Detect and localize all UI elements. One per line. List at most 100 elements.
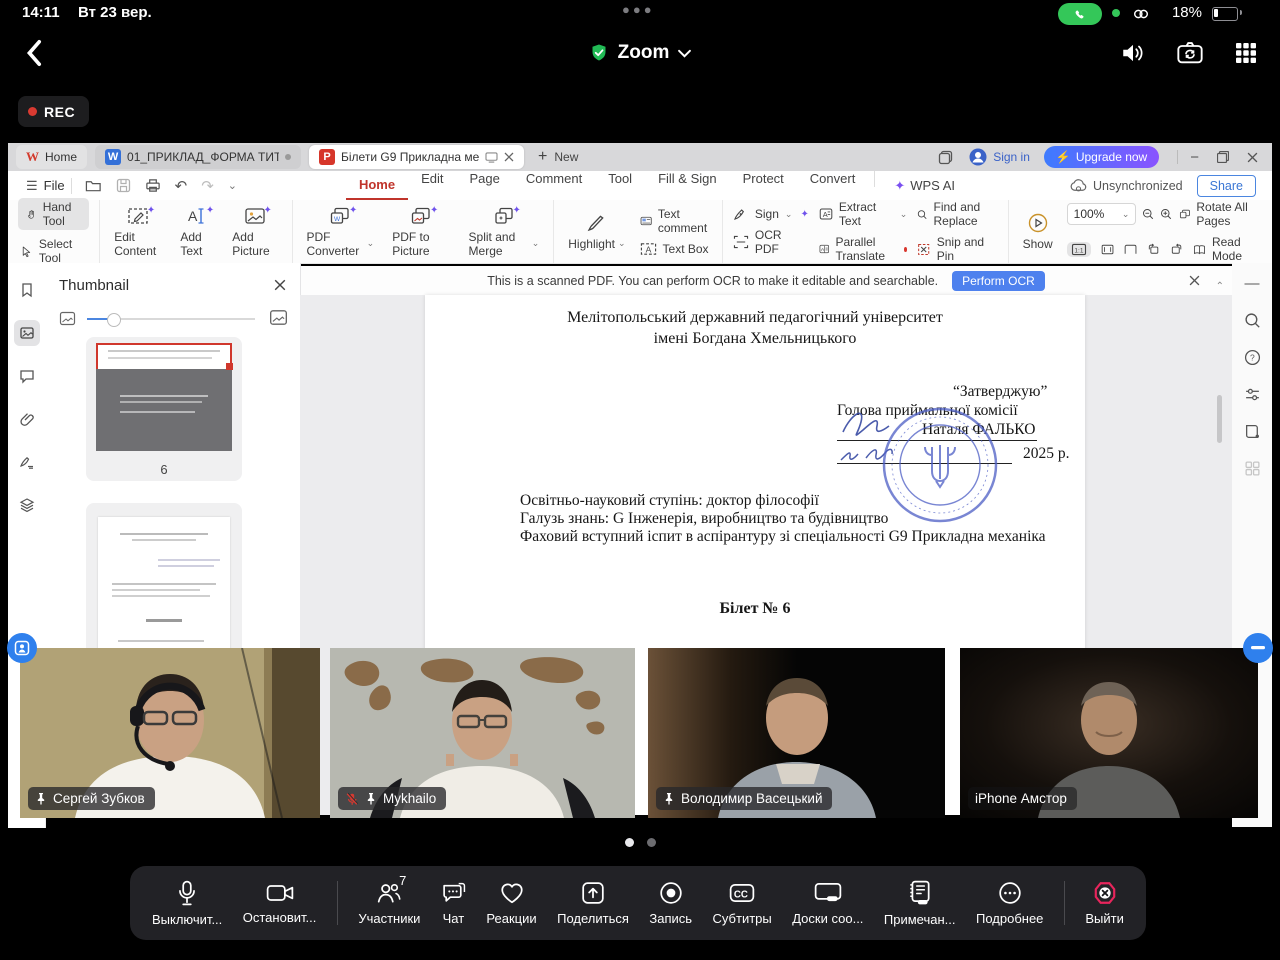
thumbnails-panel-button[interactable] [14,320,40,346]
settings-sliders-icon[interactable] [1244,386,1261,403]
menu-edit[interactable]: Edit [408,171,456,200]
tab-home[interactable]: W Home [16,145,87,169]
rotate-left-icon[interactable] [1147,242,1160,256]
leave-button[interactable]: Выйти [1085,881,1124,926]
collapse-toolbar-icon[interactable]: — [1245,275,1260,292]
fit-width-icon[interactable] [1101,243,1114,256]
bookmarks-panel-button[interactable] [14,277,40,303]
mute-button[interactable]: Выключит... [152,880,222,927]
search-doc-icon[interactable] [1244,312,1261,329]
tab-doc[interactable]: W 01_ПРИКЛАД_ФОРМА ТИТУЛЬН [95,145,301,169]
sign-button[interactable]: Sign ⌄✦ [733,207,809,221]
hand-tool-button[interactable]: Hand Tool [18,198,89,230]
close-tab-icon[interactable] [504,152,514,162]
record-button[interactable]: Запись [649,881,692,926]
reactions-button[interactable]: Реакции [486,881,536,926]
snip-pin-button[interactable]: Snip and Pin [917,235,997,263]
show-button[interactable]: Show [1019,211,1057,253]
chat-button[interactable]: Чат [441,881,466,926]
doc-scrollbar[interactable] [1217,395,1222,443]
close-window-icon[interactable] [1247,152,1258,163]
close-notice-icon[interactable] [1189,275,1200,286]
speaker-icon[interactable] [1120,41,1146,65]
rotate-all-pages-button[interactable]: Rotate All Pages [1179,200,1262,228]
switch-camera-icon[interactable] [1176,40,1204,66]
rotate-right-icon[interactable] [1170,242,1183,256]
menu-convert[interactable]: Convert [797,171,869,200]
split-merge-button[interactable]: ✦ Split and Merge⌄ [465,204,544,260]
more-actions-chevron-icon[interactable]: ⌄ [228,179,237,192]
add-picture-button[interactable]: ✦ Add Picture [228,204,281,260]
tab-pdf-active[interactable]: P Білети G9 Прикладна механ [309,145,524,169]
share-screen-button[interactable]: Поделиться [557,881,629,926]
undo-icon[interactable]: ↶ [175,177,188,195]
video-tile-1[interactable]: Сергей Зубков [20,648,320,818]
window-stack-icon[interactable] [938,150,953,165]
signature-panel-button[interactable] [14,449,40,475]
pdf-to-picture-button[interactable]: ✦ PDF to Picture [388,204,454,260]
add-text-button[interactable]: A ✦ Add Text [176,204,218,260]
edit-content-button[interactable]: ✦ Edit Content [110,204,166,260]
print-icon[interactable] [145,178,161,193]
stop-video-button[interactable]: Остановит... [243,882,317,925]
recording-badge[interactable]: REC [18,96,89,127]
help-icon[interactable]: ? [1244,349,1261,366]
scroll-up-icon[interactable]: ⌃ [1216,281,1224,292]
notes-button[interactable]: Примечан... [884,880,956,927]
upgrade-button[interactable]: ⚡ Upgrade now [1044,146,1159,168]
menu-wps-ai[interactable]: ✦ WPS AI [881,171,968,200]
text-box-button[interactable]: A Text Box [640,242,712,256]
zoom-level-select[interactable]: 100% ⌄ [1067,203,1137,225]
zoom-out-icon[interactable] [1142,206,1154,222]
menu-page[interactable]: Page [456,171,512,200]
slider-knob[interactable] [107,313,121,327]
more-button[interactable]: Подробнее [976,881,1043,926]
comments-panel-button[interactable] [14,363,40,389]
read-mode-button[interactable]: Read Mode [1193,235,1262,263]
menu-tool[interactable]: Tool [595,171,645,200]
zoom-in-icon[interactable] [1160,206,1172,222]
layers-panel-button[interactable] [14,492,40,518]
open-folder-icon[interactable] [85,178,102,193]
video-tile-4[interactable]: iPhone Амстор [960,648,1258,818]
sync-status[interactable]: Unsynchronized [1070,179,1183,193]
extract-text-button[interactable]: A Extract Text ⌄ [819,200,907,228]
text-comment-button[interactable]: Text comment [640,207,712,235]
thumbnail-size-slider[interactable] [87,318,255,320]
close-panel-icon[interactable] [274,279,286,291]
gallery-page-dots[interactable] [0,838,1280,847]
new-tab-button[interactable]: + New [538,148,578,166]
sign-in-button[interactable]: Sign in [969,148,1030,166]
menu-comment[interactable]: Comment [513,171,595,200]
video-tile-3[interactable]: Володимир Васецький [648,648,945,818]
share-button[interactable]: Share [1197,175,1256,197]
video-tile-2[interactable]: Mykhailo [330,648,635,818]
self-view-toggle-button[interactable] [7,633,37,663]
save-icon[interactable] [116,178,131,193]
menu-protect[interactable]: Protect [730,171,797,200]
captions-button[interactable]: CC Субтитры [713,881,772,926]
ocr-pdf-button[interactable]: OCR PDF [733,228,809,256]
menu-home[interactable]: Home [346,171,408,200]
find-replace-button[interactable]: Find and Replace [917,200,997,228]
restore-window-icon[interactable] [1217,151,1229,163]
file-menu[interactable]: ☰ File [8,178,65,194]
fit-page-icon[interactable] [1124,243,1137,256]
apps-grid-icon[interactable] [1234,41,1258,65]
redo-icon[interactable]: ↷ [201,177,214,195]
parallel-translate-button[interactable]: A Parallel Translate [819,235,907,263]
perform-ocr-button[interactable]: Perform OCR [952,271,1045,291]
attachments-panel-button[interactable] [14,406,40,432]
hide-videos-button[interactable] [1243,633,1273,663]
participants-button[interactable]: 7 Участники [358,881,420,926]
select-tool-button[interactable]: Select Tool [18,237,89,265]
widgets-grid-icon[interactable] [1244,460,1261,477]
active-call-pill[interactable] [1058,3,1102,25]
highlight-button[interactable]: Highlight⌄ [564,211,629,253]
minimize-window-icon[interactable]: − [1190,149,1199,166]
menu-fill-sign[interactable]: Fill & Sign [645,171,730,200]
whiteboards-button[interactable]: Доски соо... [792,881,863,926]
actual-size-button[interactable]: 1:1 [1067,242,1091,257]
reading-notes-icon[interactable] [1244,423,1261,440]
meeting-title-group[interactable]: Zoom [0,28,1280,78]
